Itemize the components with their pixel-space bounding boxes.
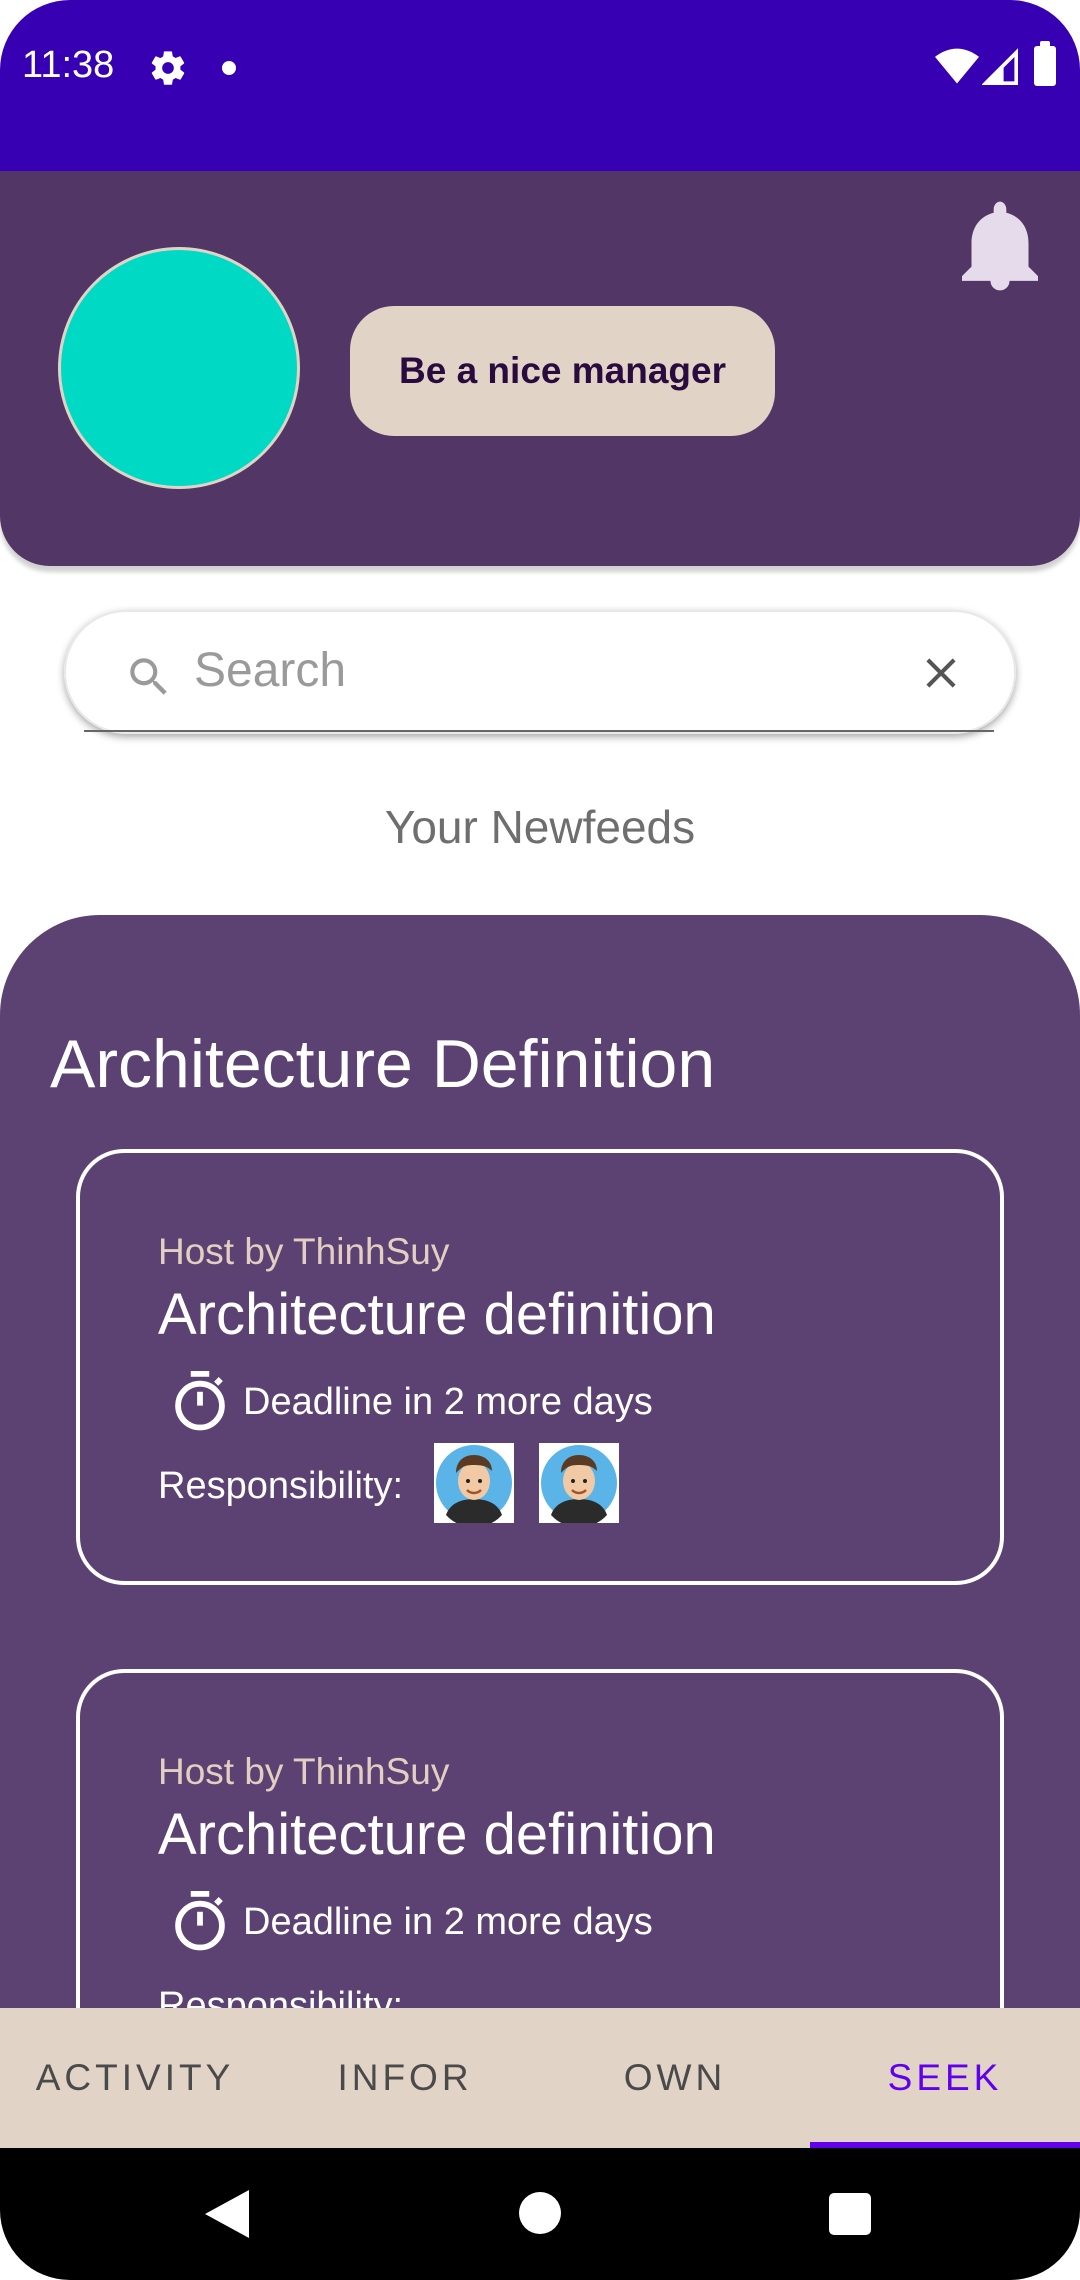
card-host: Host by ThinhSuy — [158, 1231, 450, 1272]
section-title: Architecture Definition — [50, 1026, 716, 1102]
card-deadline: Deadline in 2 more days — [243, 1901, 653, 1943]
recent-apps-icon[interactable] — [829, 2193, 871, 2235]
card-title: Architecture definition — [158, 1282, 716, 1347]
newfeeds-heading: Your Newfeeds — [384, 801, 696, 853]
notification-dot-icon — [222, 61, 236, 75]
battery-icon — [1034, 41, 1056, 86]
signal-icon — [982, 48, 1018, 85]
assignee-avatar-icon[interactable] — [539, 1443, 619, 1523]
timer-icon — [175, 1371, 225, 1431]
app-screen: 11:38 Be a nice manager Your Newfeeds — [0, 0, 1080, 2280]
task-card[interactable]: Host by ThinhSuy Architecture definition… — [76, 1149, 1004, 1585]
bottom-tab-bar: ACTIVITY INFOR OWN SEEK — [0, 2008, 1080, 2148]
status-bar: 11:38 — [0, 0, 1080, 171]
timer-icon — [175, 1891, 225, 1951]
card-responsibility-label: Responsibility: — [158, 1465, 403, 1507]
motto-button[interactable]: Be a nice manager — [350, 306, 775, 436]
search-bar — [64, 610, 1016, 734]
tab-seek[interactable]: SEEK — [810, 2008, 1080, 2148]
back-icon[interactable] — [205, 2190, 249, 2238]
avatar[interactable] — [58, 247, 300, 489]
search-input[interactable] — [194, 634, 844, 706]
search-icon — [130, 658, 167, 695]
search-underline — [84, 730, 994, 732]
card-title: Architecture definition — [158, 1802, 716, 1867]
card-host: Host by ThinhSuy — [158, 1751, 450, 1792]
wifi-icon — [935, 48, 979, 84]
feed-panel: Architecture Definition Host by ThinhSuy… — [0, 915, 1080, 2115]
assignee-avatar-icon[interactable] — [434, 1443, 514, 1523]
tab-activity[interactable]: ACTIVITY — [0, 2008, 270, 2148]
gear-icon — [151, 51, 185, 85]
profile-header: Be a nice manager — [0, 171, 1080, 566]
status-time: 11:38 — [22, 44, 115, 86]
system-nav-bar — [0, 2148, 1080, 2280]
home-icon[interactable] — [519, 2192, 561, 2234]
bell-icon[interactable] — [962, 201, 1038, 291]
close-icon[interactable] — [916, 648, 966, 698]
tab-own[interactable]: OWN — [540, 2008, 810, 2148]
tab-infor[interactable]: INFOR — [270, 2008, 540, 2148]
card-deadline: Deadline in 2 more days — [243, 1381, 653, 1423]
